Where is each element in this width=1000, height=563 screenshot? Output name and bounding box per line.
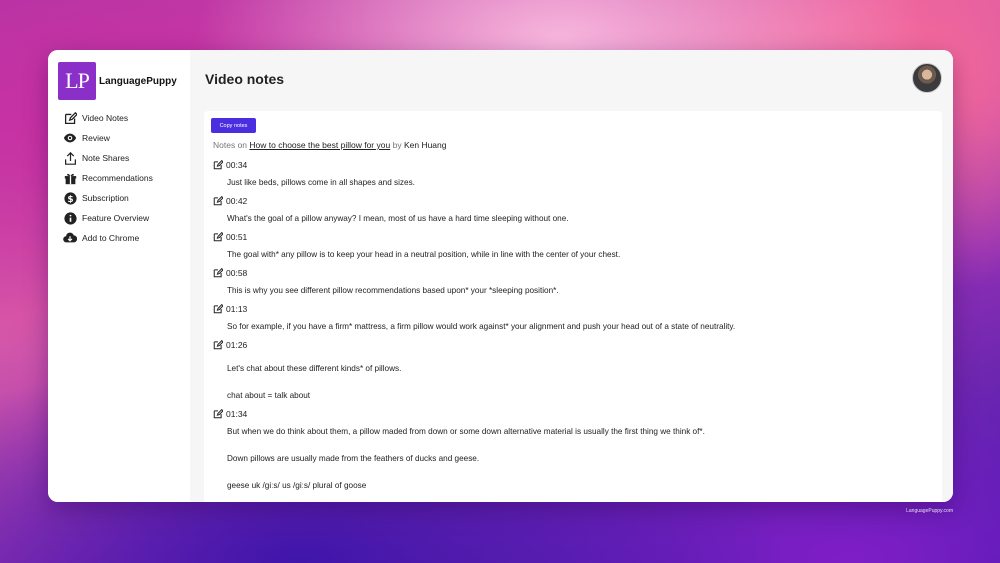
note-timestamp[interactable]: 01:26 xyxy=(226,340,247,350)
edit-icon xyxy=(63,111,77,125)
sidebar-item-label: Recommendations xyxy=(82,173,153,183)
sidebar-item-label: Note Shares xyxy=(82,153,130,163)
sidebar-item-note-shares[interactable]: Note Shares xyxy=(63,148,153,168)
edit-icon[interactable] xyxy=(213,304,223,314)
note-timestamp-row: 01:26 xyxy=(213,338,933,352)
video-title-link[interactable]: How to choose the best pillow for you xyxy=(249,140,390,150)
note-text: So for example, if you have a firm* matt… xyxy=(227,322,736,331)
edit-icon[interactable] xyxy=(213,340,223,350)
sidebar-item-feature-overview[interactable]: Feature Overview xyxy=(63,208,153,228)
svg-text:$: $ xyxy=(67,194,73,204)
brand[interactable]: LP LanguagePuppy xyxy=(58,62,177,100)
note-timestamp[interactable]: 01:34 xyxy=(226,409,247,419)
sidebar-item-review[interactable]: Review xyxy=(63,128,153,148)
note-timestamp-row: 01:13 xyxy=(213,302,933,316)
share-icon xyxy=(63,151,77,165)
notes-list: 00:34 Just like beds, pillows come in al… xyxy=(213,158,933,497)
logo: LP xyxy=(58,62,96,100)
footer-url: LanguagePuppy.com xyxy=(906,508,953,514)
notes-card: Copy notes Notes on How to choose the be… xyxy=(204,111,942,502)
note-text: geese uk /ɡiːs/ us /ɡiːs/ plural of goos… xyxy=(227,481,367,490)
notes-heading: Notes on How to choose the best pillow f… xyxy=(213,140,447,150)
sidebar-item-label: Subscription xyxy=(82,193,129,203)
note-text: chat about = talk about xyxy=(227,391,311,400)
edit-icon[interactable] xyxy=(213,160,223,170)
edit-icon[interactable] xyxy=(213,409,223,419)
sidebar-item-recommendations[interactable]: Recommendations xyxy=(63,168,153,188)
note-timestamp[interactable]: 00:34 xyxy=(226,160,247,170)
note-text: Let's chat about these different kinds* … xyxy=(227,364,402,373)
edit-icon[interactable] xyxy=(213,196,223,206)
note-timestamp[interactable]: 00:42 xyxy=(226,196,247,206)
sidebar-nav: Video Notes Review Note Shares Recommend… xyxy=(63,108,153,248)
note-timestamp-row: 00:51 xyxy=(213,230,933,244)
notes-prefix: Notes on xyxy=(213,140,248,150)
app-window: LP LanguagePuppy Video Notes Review Note… xyxy=(48,50,953,502)
video-author: Ken Huang xyxy=(403,140,447,150)
sidebar-item-subscription[interactable]: $ Subscription xyxy=(63,188,153,208)
note-timestamp[interactable]: 00:58 xyxy=(226,268,247,278)
note-timestamp-row: 00:34 xyxy=(213,158,933,172)
note-text: Just like beds, pillows come in all shap… xyxy=(227,178,415,187)
download-icon xyxy=(63,231,77,245)
brand-name: LanguagePuppy xyxy=(99,75,177,87)
sidebar-item-video-notes[interactable]: Video Notes xyxy=(63,108,153,128)
page-title: Video notes xyxy=(205,71,285,87)
note-text: But when we do think about them, a pillo… xyxy=(227,427,705,436)
note-timestamp-row: 00:58 xyxy=(213,266,933,280)
note-text: Down pillows are usually made from the f… xyxy=(227,454,480,463)
sidebar-item-add-to-chrome[interactable]: Add to Chrome xyxy=(63,228,153,248)
avatar[interactable] xyxy=(912,63,942,93)
note-text: What's the goal of a pillow anyway? I me… xyxy=(227,214,569,223)
edit-icon[interactable] xyxy=(213,268,223,278)
sidebar-item-label: Add to Chrome xyxy=(82,233,140,243)
eye-icon xyxy=(63,131,77,145)
note-timestamp-row: 00:42 xyxy=(213,194,933,208)
sidebar: LP LanguagePuppy Video Notes Review Note… xyxy=(48,50,190,502)
dollar-icon: $ xyxy=(63,191,77,205)
sidebar-item-label: Video Notes xyxy=(82,113,129,123)
note-text: The goal with* any pillow is to keep you… xyxy=(227,250,621,259)
sidebar-item-label: Review xyxy=(82,133,110,143)
copy-notes-button[interactable]: Copy notes xyxy=(211,118,256,133)
info-icon xyxy=(63,211,77,225)
gift-icon xyxy=(63,171,77,185)
edit-icon[interactable] xyxy=(213,232,223,242)
notes-by: by xyxy=(392,140,402,150)
note-timestamp[interactable]: 01:13 xyxy=(226,304,247,314)
note-text: This is why you see different pillow rec… xyxy=(227,286,559,295)
note-timestamp-row: 01:34 xyxy=(213,407,933,421)
main-content: Video notes Copy notes Notes on How to c… xyxy=(190,50,953,502)
sidebar-item-label: Feature Overview xyxy=(82,213,150,223)
note-timestamp[interactable]: 00:51 xyxy=(226,232,247,242)
